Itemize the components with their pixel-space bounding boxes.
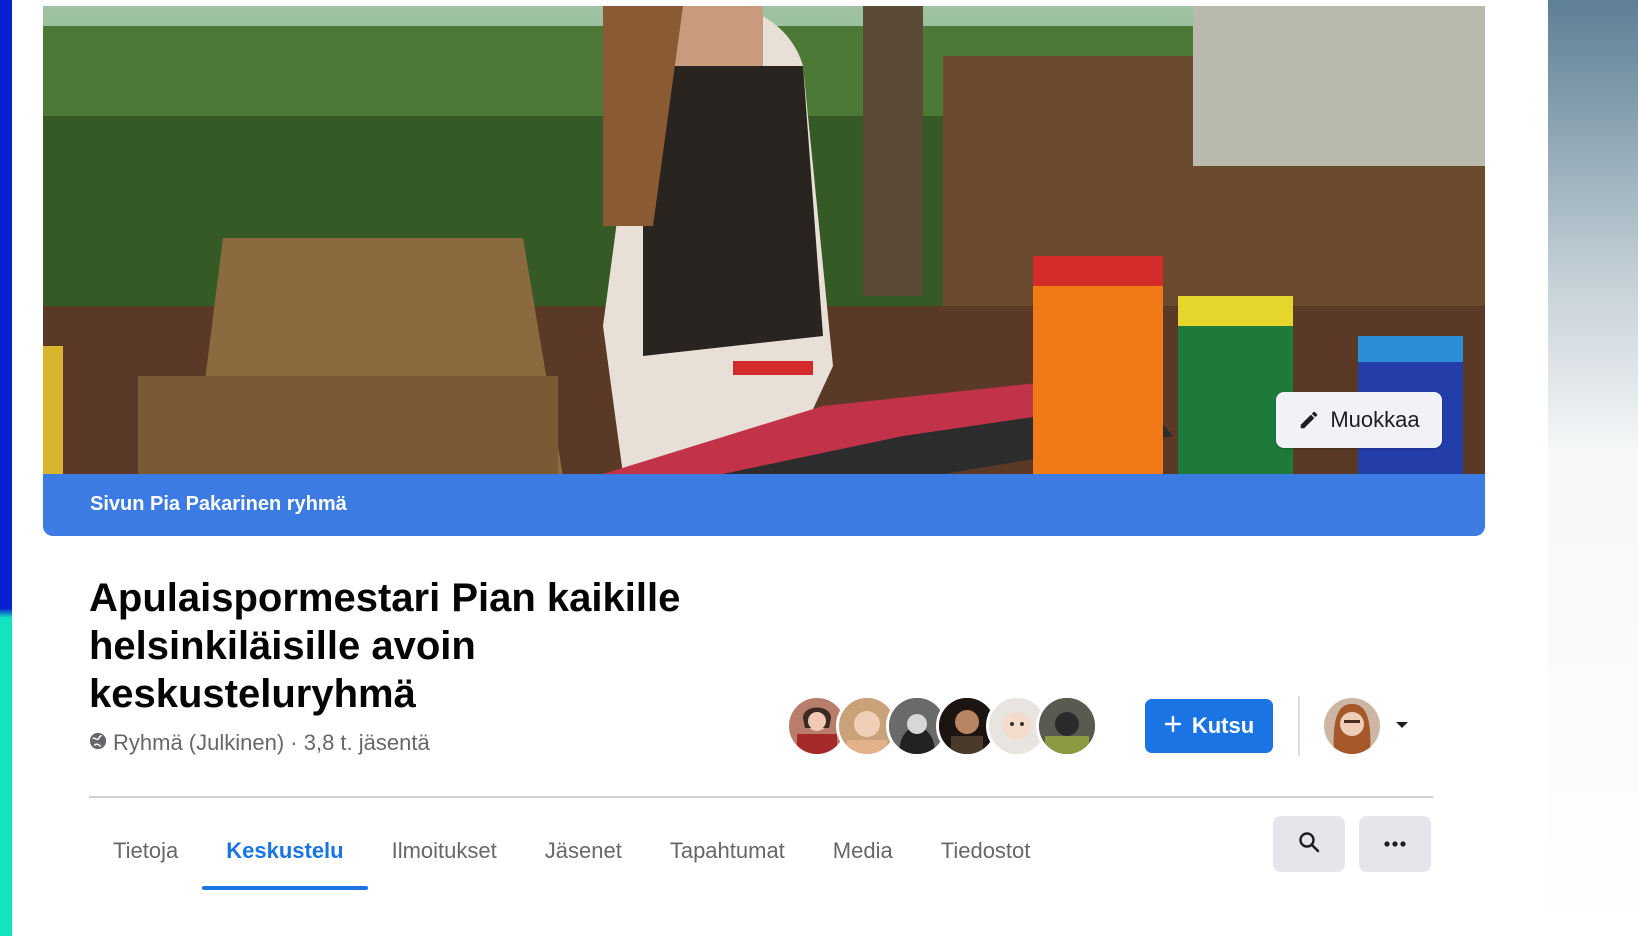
tab-jasenet[interactable]: Jäsenet bbox=[521, 812, 646, 890]
cover-photo-image bbox=[43, 6, 1485, 474]
edit-cover-label: Muokkaa bbox=[1330, 407, 1420, 432]
background-left-strip bbox=[0, 0, 12, 936]
search-button[interactable] bbox=[1273, 816, 1345, 872]
header-divider bbox=[89, 796, 1433, 798]
background-right bbox=[1548, 0, 1638, 936]
pencil-icon bbox=[1298, 409, 1320, 431]
action-divider bbox=[1298, 696, 1300, 756]
globe-icon bbox=[89, 730, 107, 756]
tab-ilmoitukset[interactable]: Ilmoitukset bbox=[368, 812, 521, 890]
profile-avatar-button[interactable] bbox=[1324, 698, 1380, 754]
group-meta: Ryhmä (Julkinen) · 3,8 t. jäsentä bbox=[89, 730, 430, 756]
invite-button[interactable]: Kutsu bbox=[1145, 699, 1273, 753]
tab-media[interactable]: Media bbox=[809, 812, 917, 890]
plus-icon bbox=[1164, 713, 1182, 739]
member-avatar[interactable] bbox=[1036, 695, 1098, 757]
group-page: Muokkaa Sivun Pia Pakarinen ryhmä Apulai… bbox=[12, 0, 1548, 936]
edit-cover-button[interactable]: Muokkaa bbox=[1276, 392, 1442, 448]
more-horizontal-icon bbox=[1383, 835, 1407, 853]
invite-label: Kutsu bbox=[1191, 713, 1255, 738]
tab-keskustelu[interactable]: Keskustelu bbox=[202, 812, 369, 890]
group-tabs: Tietoja Keskustelu Ilmoitukset Jäsenet T… bbox=[89, 812, 1054, 890]
tab-tiedostot[interactable]: Tiedostot bbox=[917, 812, 1055, 890]
search-icon bbox=[1297, 830, 1321, 859]
more-options-button[interactable] bbox=[1359, 816, 1431, 872]
group-title[interactable]: Apulaispormestari Pian kaikille helsinki… bbox=[89, 574, 789, 718]
tab-tapahtumat[interactable]: Tapahtumat bbox=[646, 812, 809, 890]
group-owner-link[interactable]: Sivun Pia Pakarinen ryhmä bbox=[90, 493, 347, 516]
cover-photo: Muokkaa bbox=[43, 6, 1485, 474]
chevron-down-icon[interactable] bbox=[1394, 718, 1410, 736]
group-owner-bar[interactable]: Sivun Pia Pakarinen ryhmä bbox=[43, 474, 1485, 536]
tab-tietoja[interactable]: Tietoja bbox=[89, 812, 202, 890]
group-meta-text[interactable]: Ryhmä (Julkinen) · 3,8 t. jäsentä bbox=[113, 730, 430, 756]
